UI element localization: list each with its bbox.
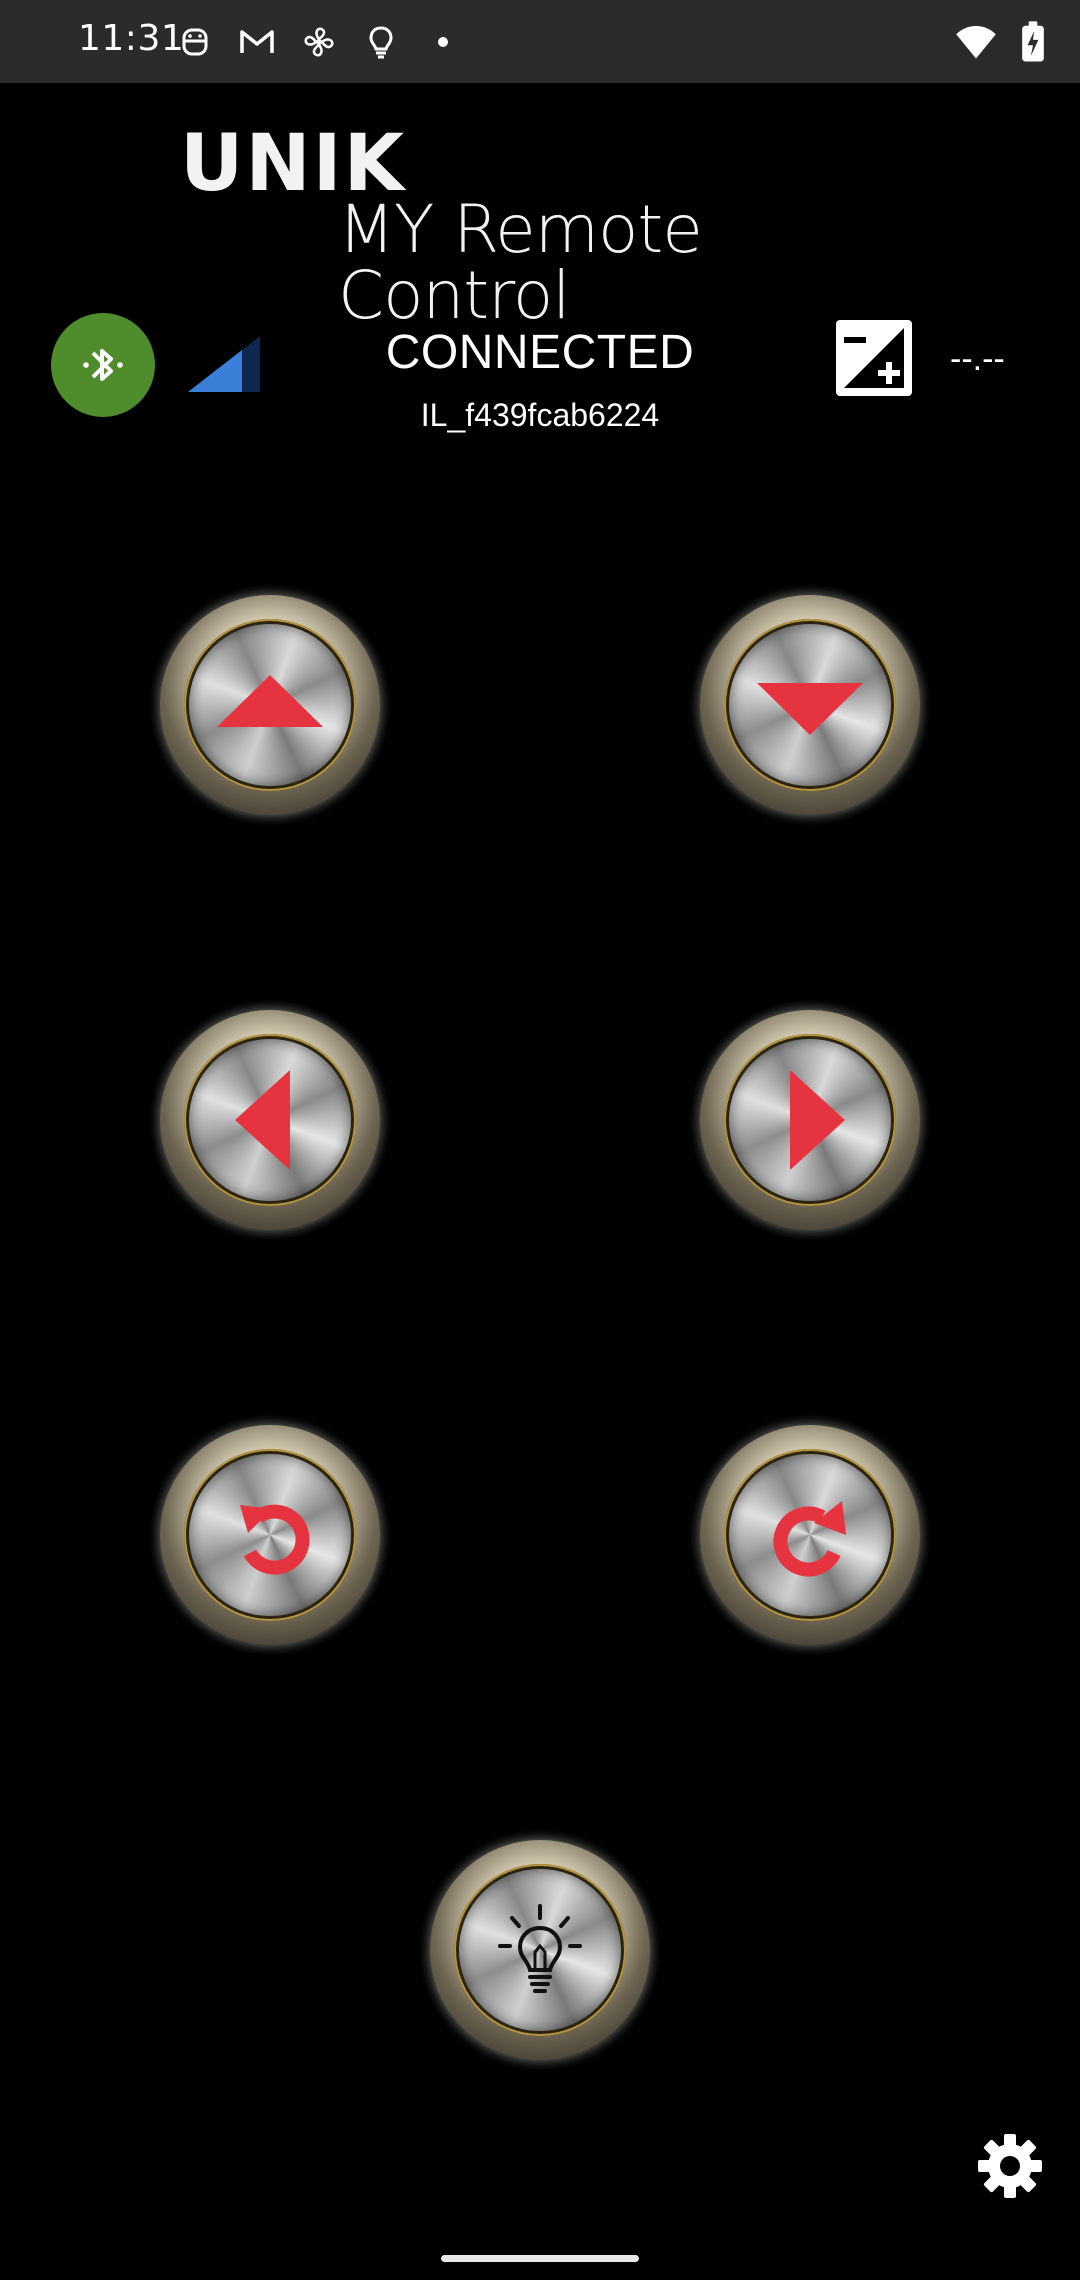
- bluetooth-button[interactable]: [51, 313, 155, 417]
- connection-status: CONNECTED: [385, 326, 695, 379]
- status-time: 11:31: [78, 18, 185, 59]
- exposure-icon[interactable]: [834, 318, 914, 398]
- status-bar: 11:31: [0, 0, 1080, 83]
- rotate-clockwise-icon: [773, 1501, 846, 1577]
- down-button[interactable]: [690, 585, 930, 825]
- home-indicator[interactable]: [441, 2255, 639, 2262]
- status-icons-right: [954, 20, 1046, 64]
- battery-charging-icon: [1022, 21, 1044, 62]
- logo-subtitle: MY Remote Control: [338, 191, 703, 334]
- fan-icon: [304, 27, 334, 57]
- lightbulb-icon: [369, 26, 393, 59]
- light-button[interactable]: [420, 1830, 660, 2070]
- exposure-value: --.--: [950, 340, 1005, 378]
- rotate-cw-button[interactable]: [690, 1415, 930, 1655]
- settings-gear-icon[interactable]: [974, 2130, 1046, 2202]
- left-button[interactable]: [150, 1000, 390, 1240]
- arrow-up-icon: [217, 675, 323, 727]
- dot-icon: [438, 37, 448, 47]
- arrow-right-icon: [790, 1070, 845, 1170]
- device-id: IL_f439fcab6224: [420, 397, 660, 433]
- app-logo: UNIK MY Remote Control: [180, 125, 920, 329]
- status-icons-left: [175, 22, 463, 62]
- rotate-ccw-button[interactable]: [150, 1415, 390, 1655]
- wifi-icon: [956, 26, 996, 59]
- signal-strength-icon: [188, 336, 260, 392]
- rotate-counterclockwise-icon: [240, 1504, 310, 1575]
- up-button[interactable]: [150, 585, 390, 825]
- right-button[interactable]: [690, 1000, 930, 1240]
- arrow-down-icon: [757, 683, 863, 735]
- bluetooth-icon: [83, 349, 123, 381]
- gmail-icon: [240, 30, 274, 53]
- android-face-icon: [182, 28, 208, 56]
- arrow-left-icon: [235, 1070, 290, 1170]
- lightbulb-icon: [498, 1904, 582, 1993]
